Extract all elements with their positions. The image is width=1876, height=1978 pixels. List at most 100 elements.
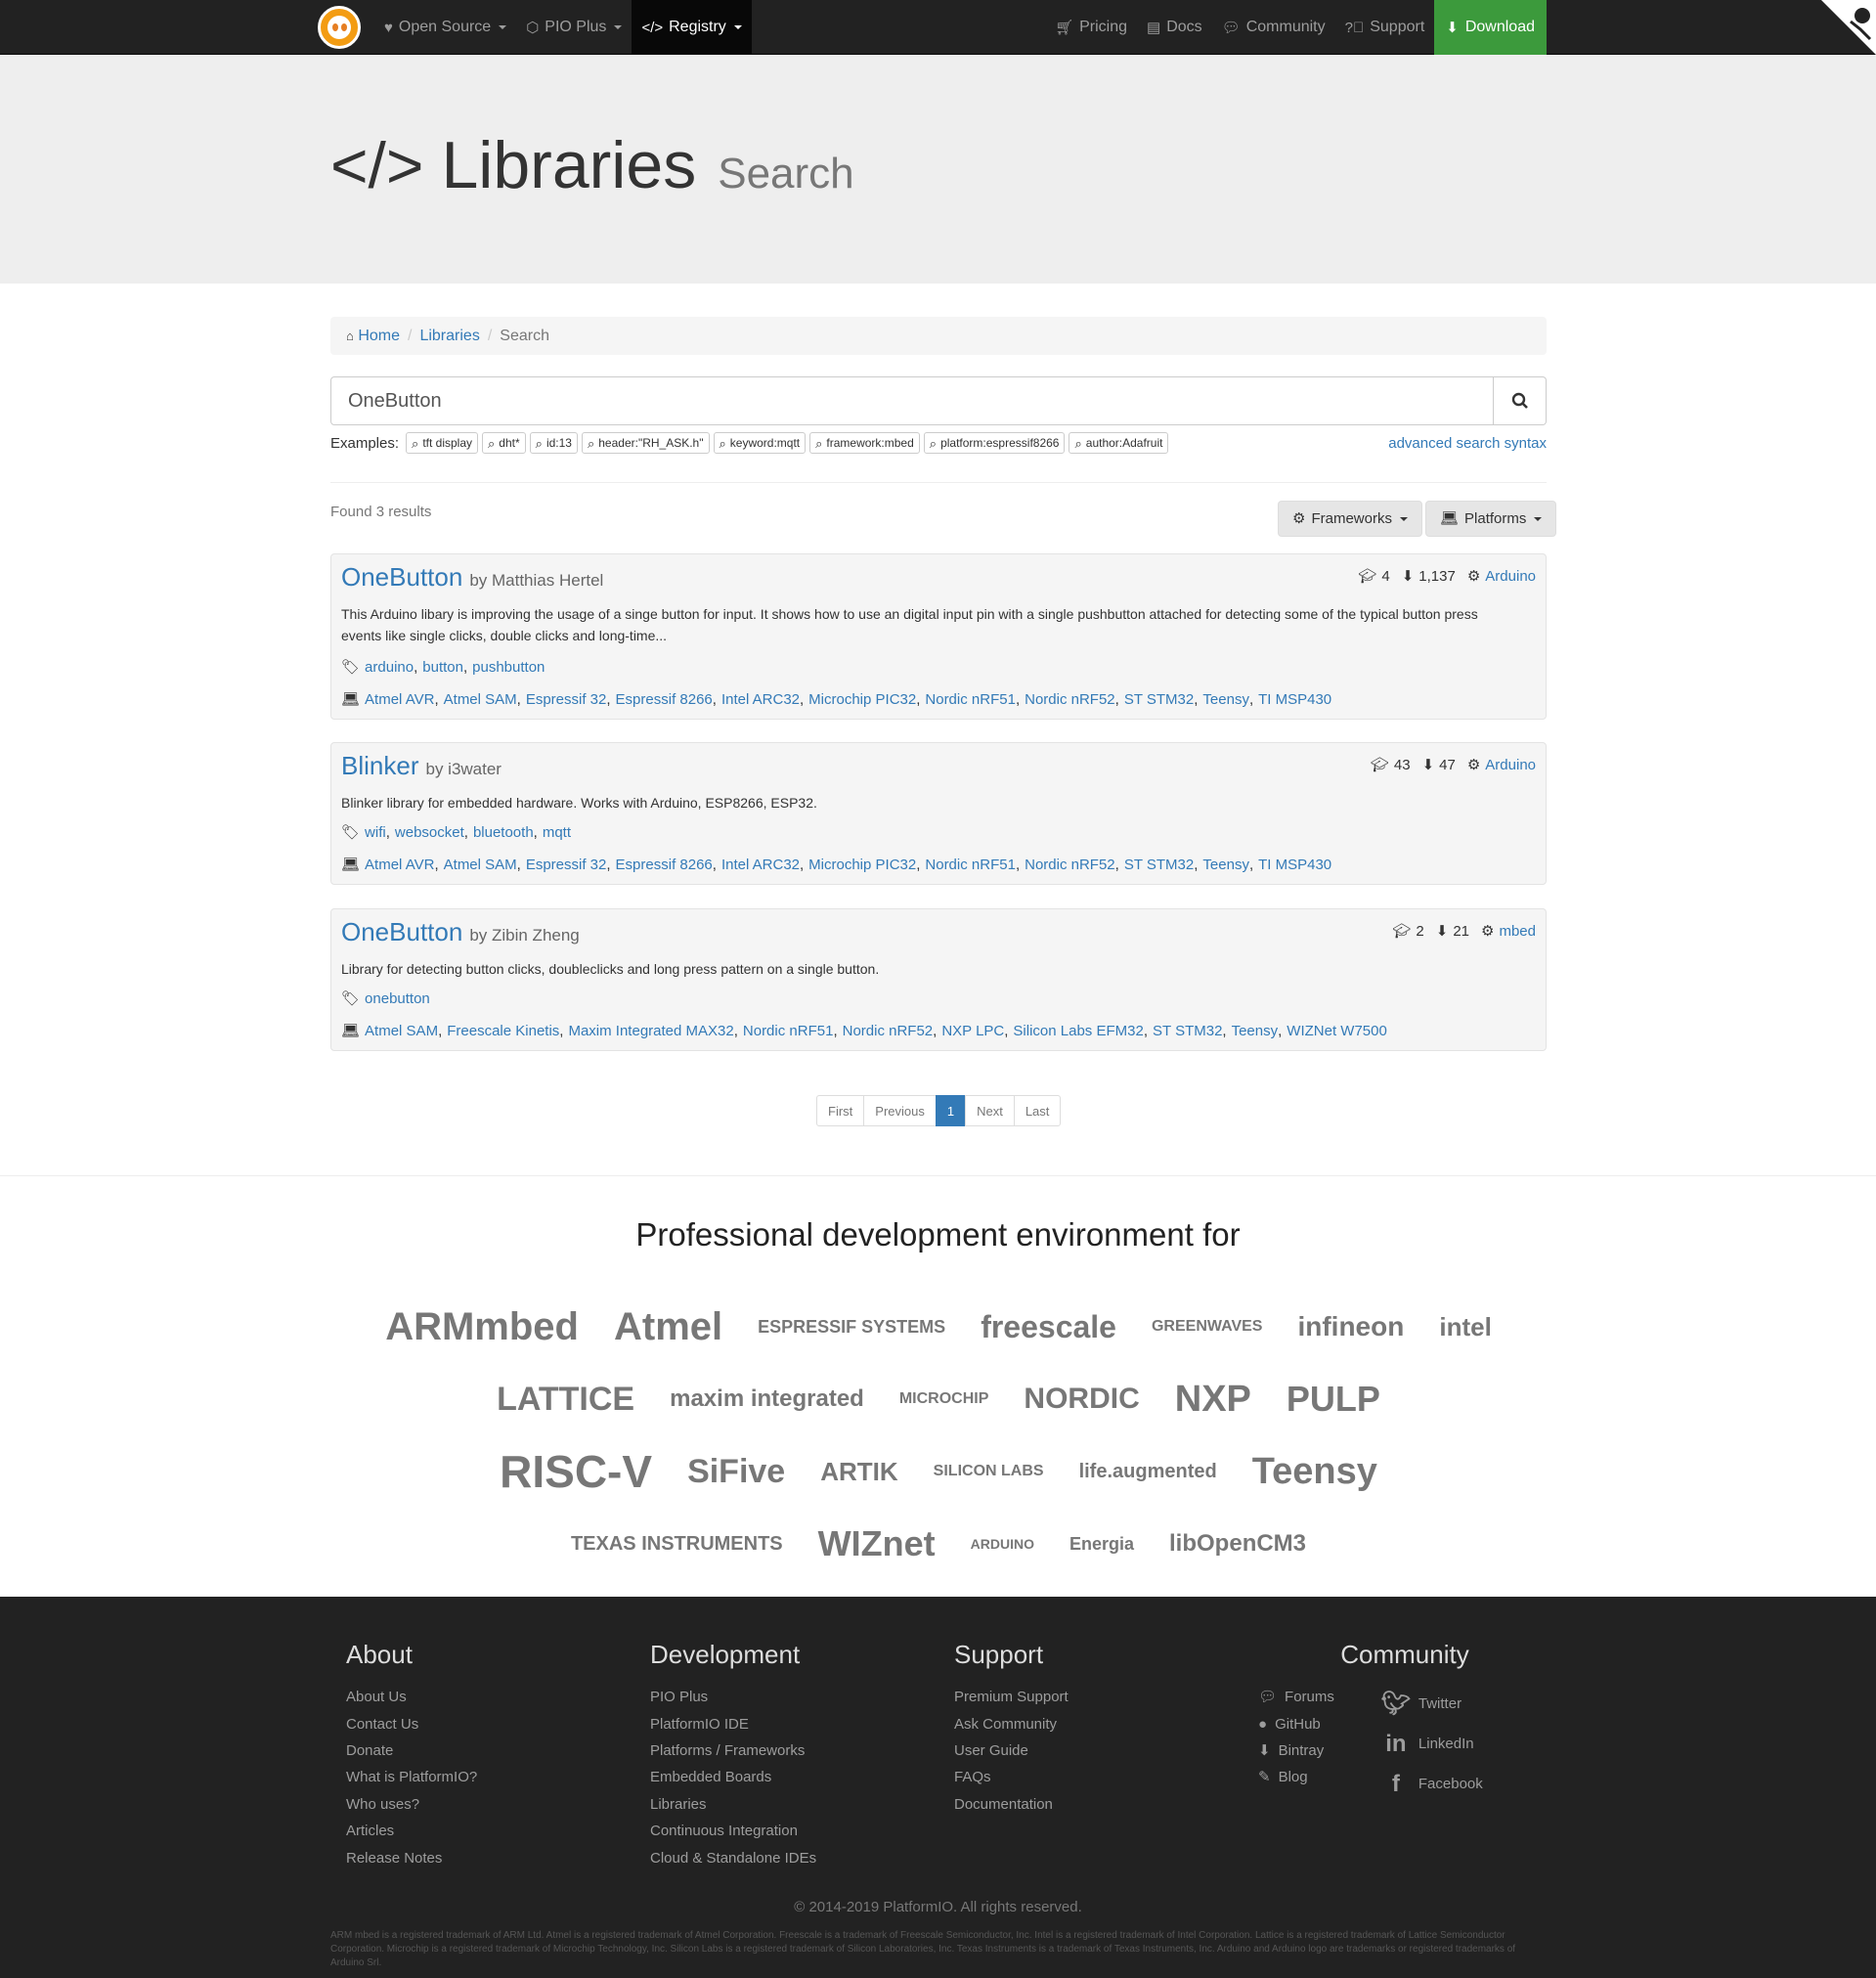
example-query-button[interactable]: ⌕ platform:espressif8266 [923,432,1066,454]
community-link[interactable]: ● GitHub [1258,1710,1334,1736]
footer-link[interactable]: User Guide [954,1737,1069,1764]
platform-link[interactable]: Intel ARC32 [721,857,800,873]
tag-link[interactable]: onebutton [365,990,430,1007]
platform-link[interactable]: Teensy [1202,691,1249,708]
page-1[interactable]: 1 [935,1095,967,1126]
nav-pio-plus[interactable]: ⬡ PIO Plus [516,0,632,55]
example-query-button[interactable]: ⌕ keyword:mqtt [713,432,807,454]
platform-link[interactable]: TI MSP430 [1258,691,1331,708]
footer-link[interactable]: Platforms / Frameworks [650,1737,816,1764]
tag-link[interactable]: mqtt [543,824,571,841]
footer-link[interactable]: Who uses? [346,1791,477,1818]
search-input[interactable] [330,376,1494,425]
footer-link[interactable]: Documentation [954,1791,1069,1818]
platform-link[interactable]: Nordic nRF52 [1025,691,1115,708]
platform-link[interactable]: Maxim Integrated MAX32 [568,1023,733,1039]
platform-link[interactable]: Atmel SAM [365,1023,438,1039]
platform-link[interactable]: ST STM32 [1153,1023,1222,1039]
footer-link[interactable]: Ask Community [954,1710,1069,1736]
platform-link[interactable]: Teensy [1202,857,1249,873]
platform-link[interactable]: Espressif 32 [526,691,607,708]
tag-link[interactable]: websocket [395,824,464,841]
frameworks-filter[interactable]: ⚙ Frameworks [1278,501,1422,537]
framework-name[interactable]: Arduino [1485,568,1536,585]
platform-link[interactable]: Silicon Labs EFM32 [1013,1023,1143,1039]
platform-link[interactable]: WIZNet W7500 [1287,1023,1387,1039]
framework-name[interactable]: mbed [1499,923,1536,940]
community-link[interactable]: ⬇ Bintray [1258,1737,1334,1764]
platform-link[interactable]: Atmel AVR [365,691,434,708]
platform-link[interactable]: Microchip PIC32 [808,691,916,708]
example-query-button[interactable]: ⌕ id:13 [529,432,578,454]
footer-link[interactable]: About Us [346,1684,477,1710]
tag-link[interactable]: button [422,659,463,676]
social-link[interactable]: in LinkedIn [1381,1724,1483,1764]
example-query-button[interactable]: ⌕ author:Adafruit [1069,432,1169,454]
footer-link[interactable]: Embedded Boards [650,1764,816,1790]
nav-registry[interactable]: </> Registry [632,0,752,55]
nav-pricing[interactable]: 🛒︎ Pricing [1045,0,1137,55]
nav-docs[interactable]: ▤ Docs [1137,0,1212,55]
platform-link[interactable]: ST STM32 [1124,691,1194,708]
platform-link[interactable]: Atmel SAM [444,691,517,708]
search-button[interactable] [1494,376,1547,425]
download-button[interactable]: ⬇ Download [1434,0,1547,55]
advanced-search-link[interactable]: advanced search syntax [1388,435,1547,452]
footer-link[interactable]: Contact Us [346,1710,477,1736]
platformio-logo[interactable] [318,6,361,49]
example-query-button[interactable]: ⌕ framework:mbed [809,432,920,454]
example-query-button[interactable]: ⌕ dht* [482,432,526,454]
page-first[interactable]: First [816,1095,865,1126]
tag-link[interactable]: pushbutton [472,659,545,676]
footer-link[interactable]: Articles [346,1818,477,1844]
platform-link[interactable]: Teensy [1232,1023,1279,1039]
platform-link[interactable]: NXP LPC [941,1023,1004,1039]
platform-link[interactable]: Atmel AVR [365,857,434,873]
example-query-button[interactable]: ⌕ header:"RH_ASK.h" [581,432,710,454]
footer-link[interactable]: What is PlatformIO? [346,1764,477,1790]
platform-link[interactable]: Espressif 8266 [616,857,713,873]
example-query-button[interactable]: ⌕ tft display [406,432,479,454]
footer-link[interactable]: FAQs [954,1764,1069,1790]
footer-link[interactable]: PIO Plus [650,1684,816,1710]
footer-link[interactable]: Continuous Integration [650,1818,816,1844]
platform-link[interactable]: Microchip PIC32 [808,857,916,873]
platform-link[interactable]: Espressif 8266 [616,691,713,708]
platform-link[interactable]: Atmel SAM [444,857,517,873]
library-name-link[interactable]: OneButton [341,917,462,947]
community-link[interactable]: ✎ Blog [1258,1764,1334,1790]
community-link[interactable]: 💬︎ Forums [1258,1684,1334,1710]
footer-link[interactable]: Release Notes [346,1844,477,1870]
platform-link[interactable]: Nordic nRF52 [1025,857,1115,873]
platform-link[interactable]: Nordic nRF51 [925,691,1016,708]
platform-link[interactable]: Intel ARC32 [721,691,800,708]
social-link[interactable]: 🐦︎ Twitter [1381,1684,1483,1724]
footer-link[interactable]: Donate [346,1737,477,1764]
tag-link[interactable]: arduino [365,659,414,676]
framework-link[interactable]: ⚙ Arduino [1467,568,1536,585]
platform-link[interactable]: ST STM32 [1124,857,1194,873]
framework-name[interactable]: Arduino [1485,757,1536,773]
tag-link[interactable]: bluetooth [473,824,534,841]
github-corner-icon[interactable] [1821,0,1876,55]
page-next[interactable]: Next [965,1095,1015,1126]
platforms-filter[interactable]: 💻︎ Platforms [1424,501,1557,537]
breadcrumb-libraries[interactable]: Libraries [419,328,479,345]
page-previous[interactable]: Previous [863,1095,937,1126]
tag-link[interactable]: wifi [365,824,386,841]
nav-support[interactable]: ?⃝ Support [1335,0,1435,55]
footer-link[interactable]: Premium Support [954,1684,1069,1710]
nav-open-source[interactable]: ♥ Open Source [374,0,516,55]
library-name-link[interactable]: OneButton [341,562,462,593]
social-link[interactable]: f Facebook [1381,1764,1483,1804]
page-last[interactable]: Last [1013,1095,1062,1126]
platform-link[interactable]: Freescale Kinetis [447,1023,559,1039]
platform-link[interactable]: TI MSP430 [1258,857,1331,873]
footer-link[interactable]: Cloud & Standalone IDEs [650,1844,816,1870]
platform-link[interactable]: Nordic nRF51 [925,857,1016,873]
footer-link[interactable]: PlatformIO IDE [650,1710,816,1736]
footer-link[interactable]: Libraries [650,1791,816,1818]
platform-link[interactable]: Nordic nRF52 [843,1023,934,1039]
platform-link[interactable]: Nordic nRF51 [743,1023,834,1039]
framework-link[interactable]: ⚙ Arduino [1467,757,1536,773]
